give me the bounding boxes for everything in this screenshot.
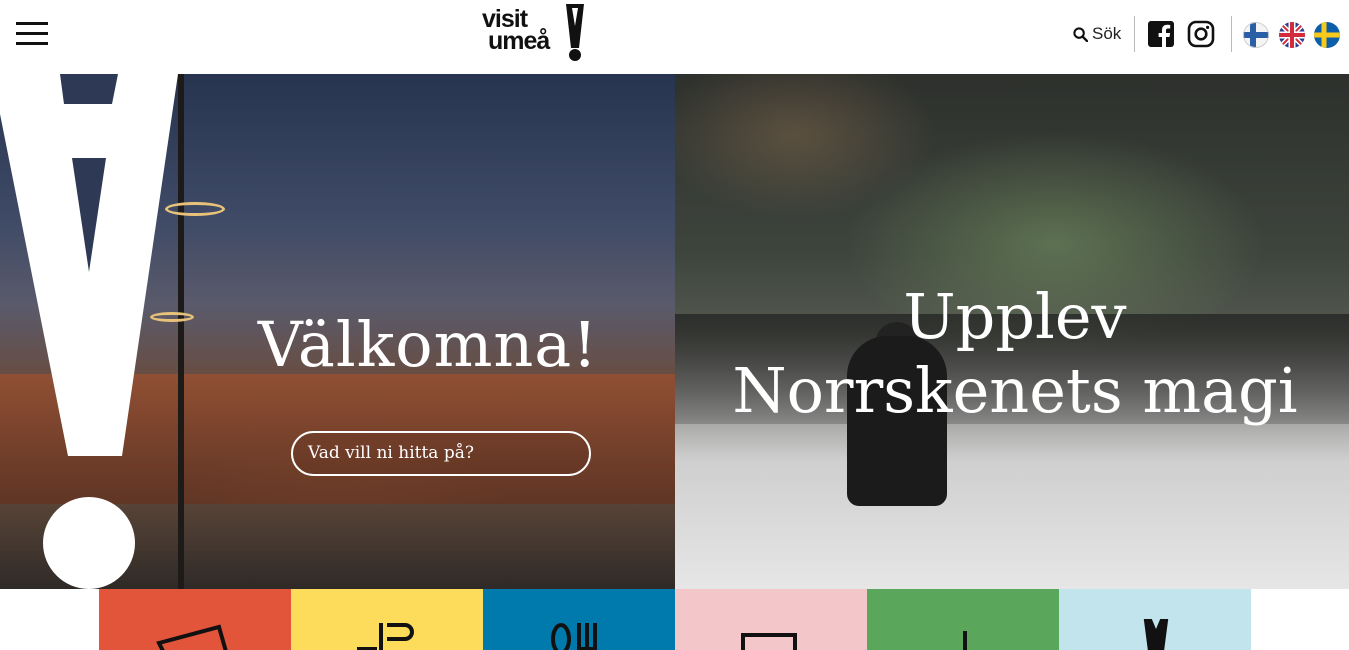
site-header: visit umeå Sök	[0, 0, 1349, 74]
hero-title-northern-lights[interactable]: Upplev Norrskenets magi	[700, 280, 1330, 428]
logo-exclamation-icon	[566, 4, 584, 61]
category-tiles	[99, 589, 1251, 650]
tile-explore[interactable]	[867, 589, 1059, 650]
logo-line2: umeå	[488, 27, 550, 55]
search-icon	[1073, 26, 1088, 42]
tile-visit-umea[interactable]	[1059, 589, 1251, 650]
site-logo[interactable]: visit umeå	[482, 4, 592, 64]
tile-accommodation[interactable]	[291, 589, 483, 650]
sweden-flag-icon[interactable]	[1314, 22, 1340, 48]
food-icon	[551, 623, 597, 650]
map-pin-icon	[963, 631, 967, 650]
tile-shopping[interactable]	[675, 589, 867, 650]
exclamation-logo-icon	[1143, 619, 1169, 650]
search-label: Sök	[1092, 24, 1122, 43]
uk-flag-icon[interactable]	[1279, 22, 1305, 48]
finland-flag-icon[interactable]	[1243, 22, 1269, 48]
facebook-icon[interactable]	[1147, 20, 1175, 48]
hero-title-welcome: Välkomna!	[257, 308, 599, 381]
instagram-icon[interactable]	[1187, 20, 1215, 48]
shopping-icon	[741, 633, 797, 650]
brand-exclamation-graphic	[0, 74, 178, 589]
header-divider	[1231, 16, 1232, 52]
tile-food[interactable]	[483, 589, 675, 650]
tile-ticket[interactable]	[99, 589, 291, 650]
bed-icon	[357, 623, 414, 650]
hamburger-menu-icon[interactable]	[16, 22, 48, 46]
search-button[interactable]: Sök	[1073, 24, 1121, 44]
ticket-icon	[156, 624, 228, 650]
what-to-do-button[interactable]: Vad vill ni hitta på?	[291, 431, 591, 476]
header-divider	[1134, 16, 1135, 52]
